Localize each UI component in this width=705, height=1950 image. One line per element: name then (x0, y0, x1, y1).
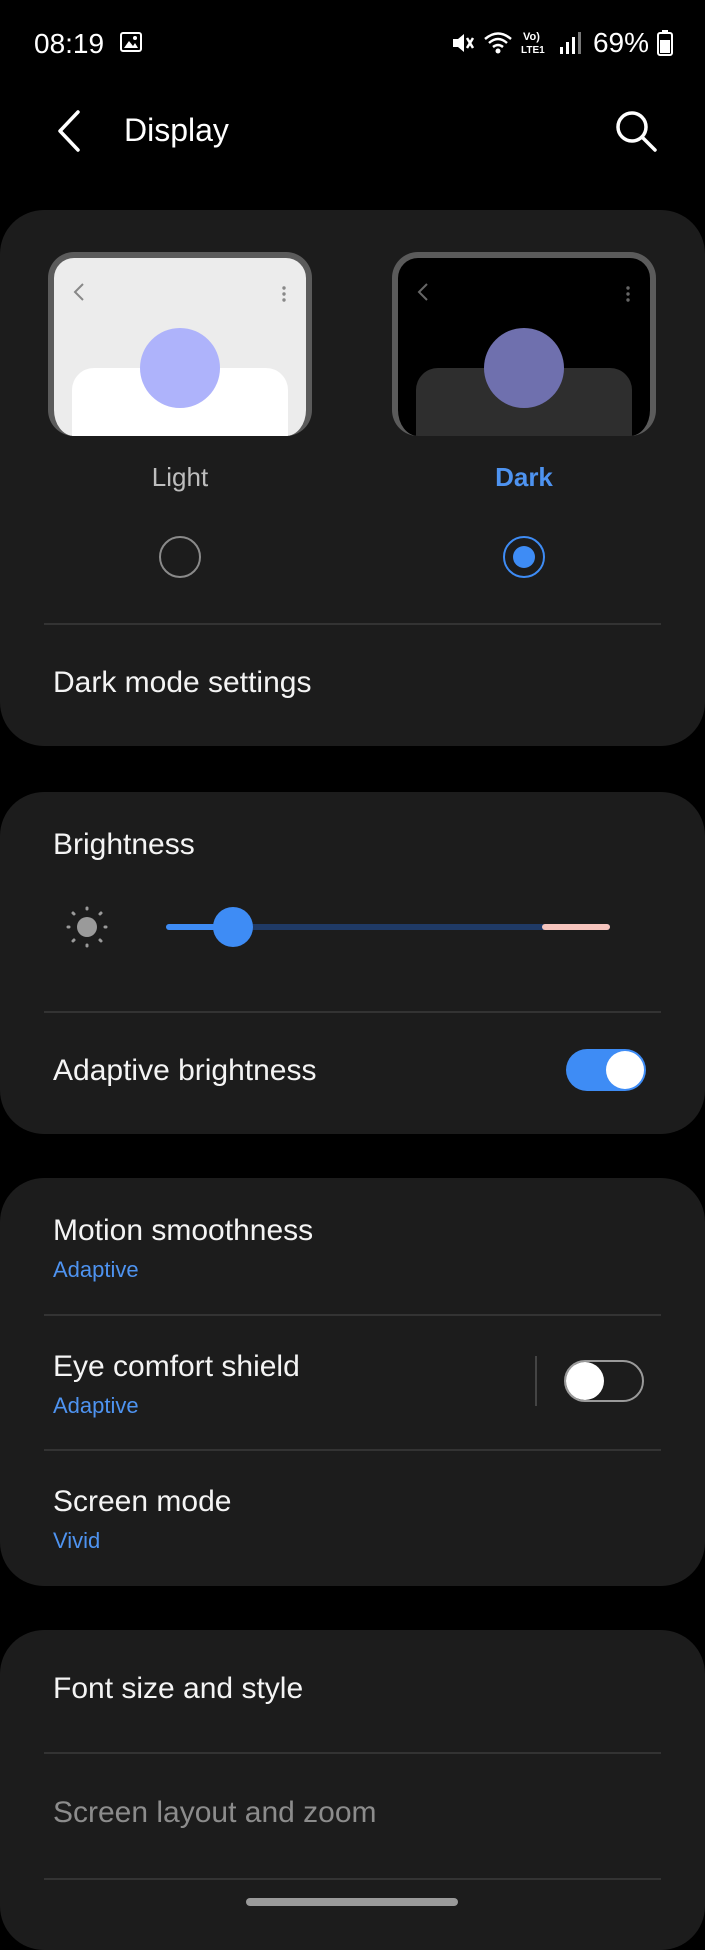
preview-more-icon (626, 286, 630, 302)
volte-icon: Vo) LTE1 (521, 31, 545, 56)
search-icon[interactable] (613, 108, 659, 154)
brightness-card: Brightness Adaptive brightness (0, 792, 705, 1134)
battery-icon (657, 30, 673, 56)
status-bar: 08:19 Vo) LTE1 69% (0, 0, 705, 90)
status-icons: Vo) LTE1 69% (449, 26, 673, 60)
divider (44, 623, 661, 625)
slider-extra-range (542, 924, 610, 930)
signal-icon (559, 32, 581, 54)
motion-smoothness-row[interactable]: Motion smoothness Adaptive (0, 1178, 705, 1313)
adaptive-brightness-toggle[interactable] (566, 1049, 646, 1091)
app-bar: Display (0, 90, 705, 170)
vertical-divider (535, 1356, 537, 1406)
divider (44, 1011, 661, 1013)
preview-more-icon (282, 286, 286, 302)
back-arrow-icon[interactable] (50, 108, 90, 154)
dark-mode-settings[interactable]: Dark mode settings (53, 666, 311, 700)
toggle-knob (606, 1051, 644, 1089)
eye-comfort-value: Adaptive (53, 1393, 139, 1418)
divider (44, 1752, 661, 1754)
light-theme-preview[interactable] (48, 252, 312, 436)
preview-avatar (140, 328, 220, 408)
svg-text:Vo): Vo) (523, 31, 540, 43)
home-indicator (246, 1898, 458, 1906)
screen-layout-zoom[interactable]: Screen layout and zoom (53, 1796, 377, 1830)
dark-radio[interactable] (503, 536, 545, 578)
preview-back-icon (417, 283, 428, 301)
battery-percent: 69% (592, 27, 649, 58)
adaptive-brightness-label: Adaptive brightness (53, 1054, 317, 1087)
status-time: 08:19 (34, 28, 105, 59)
sun-icon (66, 906, 108, 948)
screen-mode-title: Screen mode (53, 1485, 232, 1518)
preview-back-icon (73, 283, 84, 301)
screen-mode-value: Vivid (53, 1528, 101, 1553)
dark-label: Dark (495, 462, 553, 492)
motion-smoothness-value: Adaptive (53, 1257, 139, 1282)
divider (44, 1878, 661, 1880)
radio-dot (513, 546, 535, 568)
gallery-icon (120, 32, 142, 52)
brightness-slider[interactable] (166, 906, 610, 948)
font-size-style[interactable]: Font size and style (53, 1672, 303, 1706)
dark-theme-preview[interactable] (392, 252, 656, 436)
light-radio[interactable] (159, 536, 201, 578)
brightness-title: Brightness (53, 828, 195, 861)
display-options-card: Motion smoothness Adaptive Eye comfort s… (0, 1178, 705, 1586)
toggle-knob (566, 1362, 604, 1400)
theme-card: Light Dark Dark mode settings (0, 210, 705, 746)
light-label: Light (151, 462, 209, 492)
mute-icon (452, 34, 475, 52)
eye-comfort-row[interactable]: Eye comfort shield Adaptive (0, 1316, 520, 1448)
page-title: Display (124, 112, 229, 148)
preview-avatar (484, 328, 564, 408)
eye-comfort-toggle[interactable] (564, 1360, 644, 1402)
eye-comfort-title: Eye comfort shield (53, 1350, 300, 1383)
motion-smoothness-title: Motion smoothness (53, 1214, 314, 1247)
wifi-icon (484, 32, 512, 54)
slider-thumb[interactable] (212, 907, 253, 947)
screen-mode-row[interactable]: Screen mode Vivid (0, 1451, 705, 1586)
network-label: LTE1 (521, 45, 545, 56)
